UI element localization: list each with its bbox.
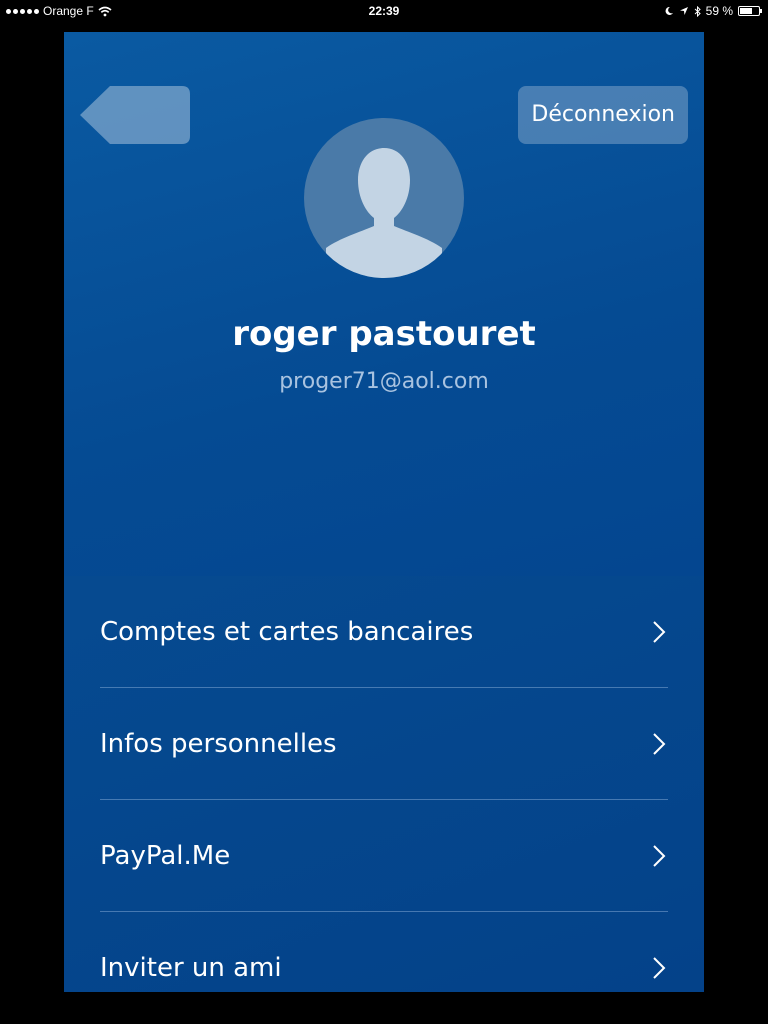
- menu-item-invite-friend[interactable]: Inviter un ami: [100, 912, 668, 992]
- battery-icon: [738, 6, 762, 16]
- user-silhouette-icon: [326, 148, 442, 278]
- location-arrow-icon: [679, 7, 688, 15]
- user-name: roger pastouret: [232, 314, 536, 354]
- menu-item-label: PayPal.Me: [100, 840, 231, 871]
- menu-item-label: Infos personnelles: [100, 728, 337, 759]
- menu-item-personal-info[interactable]: Infos personnelles: [100, 688, 668, 800]
- profile-header: Déconnexion roger pastouret proger71@aol…: [64, 32, 704, 576]
- status-right: 59 %: [664, 4, 762, 18]
- menu-item-accounts-cards[interactable]: Comptes et cartes bancaires: [100, 576, 668, 688]
- back-arrow-icon: [80, 86, 190, 144]
- profile-screen: Déconnexion roger pastouret proger71@aol…: [64, 32, 704, 992]
- chevron-right-icon: [653, 620, 666, 643]
- chevron-right-icon: [653, 844, 666, 867]
- status-time: 22:39: [368, 4, 400, 18]
- logout-button[interactable]: Déconnexion: [518, 86, 688, 144]
- battery-percent: 59 %: [705, 4, 733, 18]
- user-email: proger71@aol.com: [279, 369, 489, 394]
- menu-item-label: Comptes et cartes bancaires: [100, 616, 474, 647]
- menu-item-label: Inviter un ami: [100, 953, 282, 983]
- chevron-right-icon: [653, 957, 666, 979]
- chevron-right-icon: [653, 732, 666, 755]
- back-button[interactable]: [80, 86, 190, 144]
- moon-icon: [665, 6, 673, 15]
- menu-item-paypal-me[interactable]: PayPal.Me: [100, 800, 668, 912]
- settings-menu: Comptes et cartes bancaires Infos person…: [100, 576, 668, 992]
- avatar: [304, 118, 464, 278]
- status-bar: Orange F 22:39 59 %: [0, 0, 768, 22]
- bluetooth-icon: [694, 5, 701, 17]
